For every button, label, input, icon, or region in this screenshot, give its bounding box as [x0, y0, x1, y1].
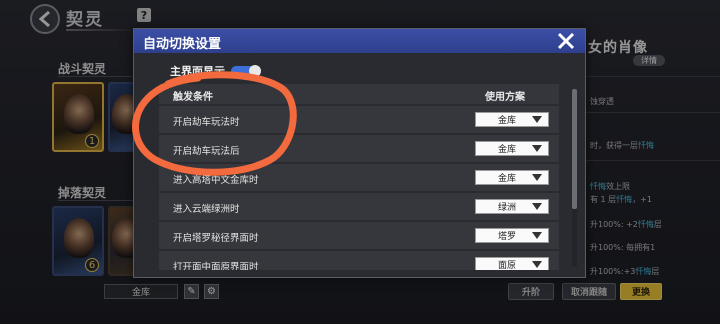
dropdown-value: 金库 [497, 116, 516, 126]
table-row: 进入云端绿洲时 绿洲 [159, 192, 559, 220]
trigger-label: 打开面中面原界面时 [173, 262, 259, 270]
modal-title: 自动切换设置 [143, 37, 222, 52]
caret-down-icon [532, 232, 542, 239]
toggle-knob [249, 65, 261, 77]
caret-down-icon [532, 174, 542, 181]
caret-down-icon [532, 116, 542, 123]
table-row: 开启劫车玩法后 金库 [159, 134, 559, 162]
auto-switch-modal: 自动切换设置 主界面显示 触发条件 使用方案 开启劫车玩法时 金库 开启劫车玩法… [133, 28, 586, 278]
toggle-label: 主界面显示 [170, 65, 225, 78]
scrollbar[interactable] [572, 89, 577, 267]
table-row: 进入高塔中文金库时 金库 [159, 163, 559, 191]
trigger-label: 开启劫车玩法后 [173, 146, 240, 157]
modal-header: 自动切换设置 [134, 29, 585, 53]
caret-down-icon [532, 203, 542, 210]
scheme-dropdown[interactable]: 金库 [475, 112, 549, 127]
caret-down-icon [532, 261, 542, 268]
scheme-dropdown[interactable]: 金库 [475, 170, 549, 185]
scheme-column-header: 使用方案 [485, 92, 525, 103]
scheme-dropdown[interactable]: 塔罗 [475, 228, 549, 243]
table-row: 开启塔罗秘径界面时 塔罗 [159, 221, 559, 249]
dropdown-value: 金库 [497, 145, 516, 155]
trigger-label: 进入高塔中文金库时 [173, 175, 259, 186]
dropdown-value: 面原 [497, 261, 516, 270]
dropdown-value: 绿洲 [497, 203, 516, 213]
close-icon [557, 32, 575, 50]
trigger-table: 触发条件 使用方案 开启劫车玩法时 金库 开启劫车玩法后 金库 进入高塔中文金库… [159, 84, 559, 270]
table-row: 打开面中面原界面时 面原 [159, 250, 559, 270]
dropdown-value: 金库 [497, 174, 516, 184]
table-row: 开启劫车玩法时 金库 [159, 105, 559, 133]
scheme-dropdown[interactable]: 绿洲 [475, 199, 549, 214]
trigger-column-header: 触发条件 [173, 92, 213, 103]
dropdown-value: 塔罗 [497, 232, 516, 242]
close-button[interactable] [553, 29, 579, 53]
main-display-toggle-row: 主界面显示 [170, 63, 261, 79]
table-header: 触发条件 使用方案 [159, 84, 559, 104]
main-display-toggle[interactable] [231, 65, 261, 77]
scheme-dropdown[interactable]: 金库 [475, 141, 549, 156]
trigger-label: 开启塔罗秘径界面时 [173, 233, 259, 244]
trigger-label: 进入云端绿洲时 [173, 204, 240, 215]
caret-down-icon [532, 145, 542, 152]
scheme-dropdown[interactable]: 面原 [475, 257, 549, 270]
scrollbar-thumb[interactable] [572, 89, 577, 209]
trigger-label: 开启劫车玩法时 [173, 117, 240, 128]
